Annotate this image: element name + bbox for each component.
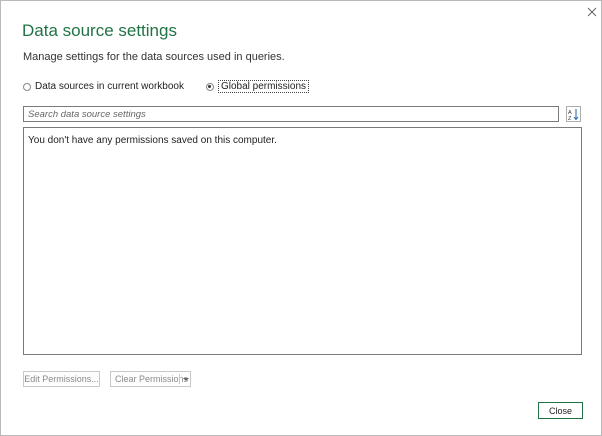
edit-permissions-button[interactable]: Edit Permissions... [23, 371, 100, 387]
sort-az-icon: A Z [568, 108, 579, 121]
radio-current-workbook[interactable]: Data sources in current workbook [23, 81, 184, 92]
sort-az-button[interactable]: A Z [566, 106, 581, 122]
clear-permissions-button[interactable]: Clear Permissions [110, 371, 191, 387]
chevron-down-icon[interactable] [183, 378, 189, 381]
radio-global-permissions[interactable]: Global permissions [205, 80, 310, 93]
svg-text:Z: Z [568, 116, 572, 121]
dialog-subtitle: Manage settings for the data sources use… [23, 51, 285, 63]
close-icon[interactable] [585, 5, 599, 19]
search-input[interactable] [23, 106, 559, 122]
empty-list-message: You don't have any permissions saved on … [28, 135, 277, 146]
scope-radio-group: Data sources in current workbook Global … [23, 80, 310, 93]
radio-label-global-permissions: Global permissions [217, 80, 310, 93]
split-divider [179, 374, 180, 384]
data-source-list[interactable]: You don't have any permissions saved on … [23, 127, 582, 355]
radio-circle-current-workbook[interactable] [23, 82, 31, 91]
radio-label-current-workbook: Data sources in current workbook [35, 81, 184, 92]
radio-circle-global-permissions[interactable] [205, 82, 214, 91]
data-source-settings-dialog: Data source settings Manage settings for… [0, 0, 602, 436]
clear-permissions-label: Clear Permissions [115, 374, 189, 384]
dialog-title: Data source settings [22, 21, 177, 40]
close-button[interactable]: Close [538, 402, 583, 419]
